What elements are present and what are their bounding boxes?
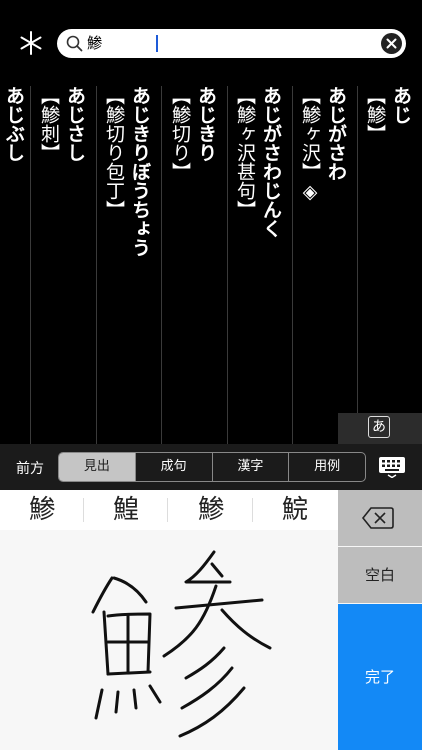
candidate-char: 鯵 <box>28 495 55 525</box>
result-kanji: 【鯵刺】 <box>38 86 60 162</box>
kana-badge-label: あ <box>368 416 390 438</box>
search-target-segmented-control: 見出 成句 漢字 用例 <box>58 452 366 482</box>
search-icon <box>66 35 83 52</box>
space-button[interactable]: 空白 <box>338 547 422 603</box>
result-item[interactable]: あじがさわ 【鯵ヶ沢】◈ <box>293 86 357 444</box>
result-kanji: 【鯵切り】 <box>169 86 191 181</box>
candidate-item[interactable]: 鰉 <box>84 490 168 530</box>
result-reading: あじ <box>390 86 412 124</box>
tab-phrase[interactable]: 成句 <box>134 453 212 481</box>
text-caret <box>156 35 158 52</box>
result-reading: あじがさわ <box>325 86 347 181</box>
prefix-search-button[interactable]: 前方 <box>16 458 44 478</box>
result-item[interactable]: あじきりぼうちょう 【鯵切り包丁】 <box>97 86 161 444</box>
result-reading: あじぶし <box>3 86 25 162</box>
candidate-bar: 鯵 鰉 鯵 鯇 <box>0 490 338 530</box>
result-item[interactable]: あじさし 【鯵刺】 <box>31 86 96 444</box>
keyboard-icon[interactable] <box>378 456 406 478</box>
candidate-char: 鰉 <box>112 495 139 525</box>
search-query-text: 鯵 <box>87 34 103 52</box>
done-button[interactable]: 完了 <box>338 604 422 750</box>
clear-search-button[interactable] <box>381 33 402 54</box>
result-item[interactable]: あじがさわじんく 【鯵ヶ沢甚句】 <box>228 86 292 444</box>
delete-button[interactable] <box>338 490 422 546</box>
search-field[interactable]: 鯵 <box>57 29 406 58</box>
tab-example[interactable]: 用例 <box>288 453 365 481</box>
result-kanji: 【鯵】 <box>364 86 386 143</box>
kana-input-toggle[interactable]: あ <box>338 413 422 444</box>
candidate-char: 鯇 <box>281 495 308 525</box>
candidate-char: 鯵 <box>197 495 224 525</box>
result-item[interactable]: あじぶし <box>0 86 30 444</box>
result-reading: あじきり <box>195 86 217 162</box>
result-kanji: 【鯵切り包丁】 <box>103 86 125 219</box>
result-reading: あじきりぼうちょう <box>129 86 151 257</box>
close-icon <box>386 38 397 49</box>
handwriting-canvas[interactable] <box>0 530 338 750</box>
result-item[interactable]: あじ 【鯵】 <box>358 86 422 444</box>
candidate-item[interactable]: 鯇 <box>253 490 337 530</box>
tab-headword[interactable]: 見出 <box>59 453 135 481</box>
search-mode-bar: 前方 見出 成句 漢字 用例 <box>0 444 422 490</box>
candidate-item[interactable]: 鯵 <box>169 490 253 530</box>
results-list: あじ 【鯵】 あじがさわ 【鯵ヶ沢】◈ あじがさわじんく 【鯵ヶ沢甚句】 あじき… <box>0 86 422 444</box>
tab-kanji[interactable]: 漢字 <box>211 453 289 481</box>
side-keys: 空白 完了 <box>338 490 422 750</box>
asterisk-settings-icon[interactable] <box>18 30 44 56</box>
result-kanji: 【鯵ヶ沢甚句】 <box>234 86 256 219</box>
handwriting-keyboard: 鯵 鰉 鯵 鯇 空白 完了 <box>0 490 422 750</box>
top-bar: 鯵 <box>0 0 422 86</box>
backspace-icon <box>361 507 394 529</box>
result-reading: あじさし <box>64 86 86 162</box>
candidate-item[interactable]: 鯵 <box>0 490 84 530</box>
result-kanji: 【鯵ヶ沢】◈ <box>299 86 321 203</box>
result-item[interactable]: あじきり 【鯵切り】 <box>162 86 227 444</box>
result-reading: あじがさわじんく <box>260 86 282 238</box>
